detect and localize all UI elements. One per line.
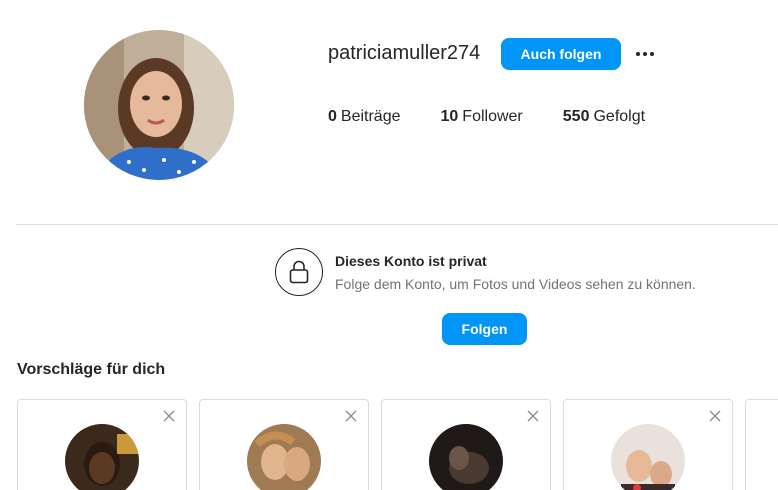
suggestion-card[interactable] [17,399,187,490]
suggestion-card[interactable] [381,399,551,490]
stat-posts: 0 Beiträge [328,108,401,125]
suggestion-avatar[interactable] [611,424,685,490]
follow-button[interactable]: Folgen [442,313,527,345]
suggestion-card[interactable] [745,399,778,490]
follow-back-button[interactable]: Auch folgen [501,38,621,70]
divider [16,224,778,225]
close-icon[interactable] [162,409,176,423]
profile-avatar[interactable] [84,30,234,180]
profile-username: patriciamuller274 [328,42,481,64]
profile-page: patriciamuller274 Auch folgen 0 Beiträge … [0,0,778,490]
close-icon[interactable] [344,409,358,423]
private-subtitle: Folge dem Konto, um Fotos und Videos seh… [335,276,696,292]
suggestion-avatar[interactable] [429,424,503,490]
suggestion-card[interactable] [199,399,369,490]
lock-icon [275,248,323,296]
profile-stats: 0 Beiträge 10 Follower 550 Gefolgt [328,107,685,127]
suggestions-title: Vorschläge für dich [17,361,166,378]
more-icon [636,52,640,56]
stat-following[interactable]: 550 Gefolgt [563,107,645,127]
suggestion-card[interactable] [563,399,733,490]
more-options-button[interactable] [632,42,658,66]
close-icon[interactable] [708,409,722,423]
stat-followers[interactable]: 10 Follower [441,107,523,127]
suggestion-avatar[interactable] [247,424,321,490]
suggestion-avatar[interactable] [65,424,139,490]
private-title: Dieses Konto ist privat [335,253,487,269]
close-icon[interactable] [526,409,540,423]
